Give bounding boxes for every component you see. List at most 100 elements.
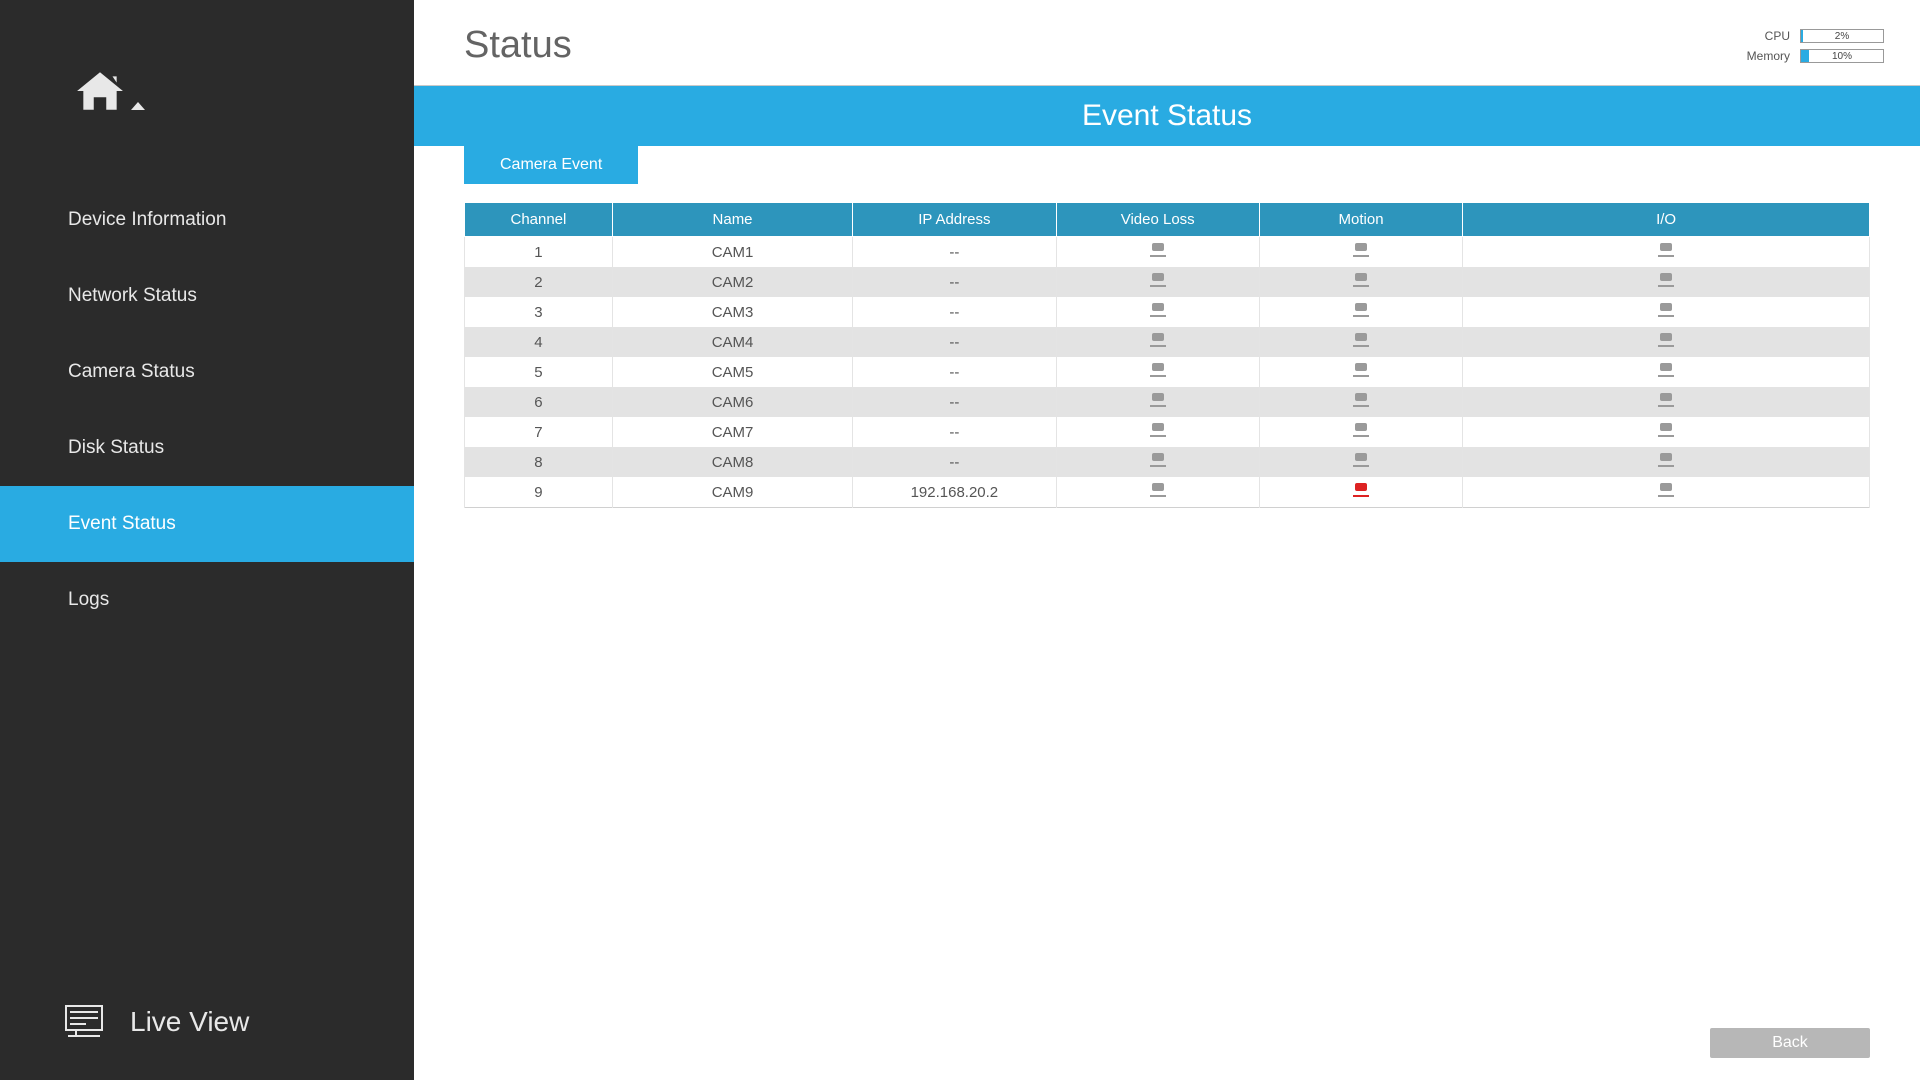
sidebar-item-event-status[interactable]: Event Status: [0, 486, 414, 562]
cell-name: CAM3: [612, 297, 852, 327]
section-banner: Event Status: [414, 86, 1920, 146]
liveview-icon: [64, 1004, 104, 1040]
camera-status-icon: [1352, 333, 1370, 347]
table-row: 6CAM6--: [465, 387, 1870, 417]
cpu-bar: 2%: [1800, 29, 1884, 43]
page-header: Status CPU 2% Memory 10%: [414, 0, 1920, 86]
camera-status-icon: [1657, 483, 1675, 497]
tab-camera-event[interactable]: Camera Event: [464, 146, 638, 184]
cell-video-loss: [1056, 267, 1259, 297]
cell-ip: --: [853, 387, 1056, 417]
cell-io: [1463, 327, 1870, 357]
cell-io: [1463, 417, 1870, 447]
cell-ip: --: [853, 357, 1056, 387]
sidebar: Device Information Network Status Camera…: [0, 0, 414, 1080]
camera-status-icon: [1352, 303, 1370, 317]
cell-ip: --: [853, 267, 1056, 297]
camera-status-icon: [1657, 303, 1675, 317]
camera-status-icon: [1657, 333, 1675, 347]
sidebar-item-disk-status[interactable]: Disk Status: [0, 410, 414, 486]
table-row: 8CAM8--: [465, 447, 1870, 477]
table-row: 7CAM7--: [465, 417, 1870, 447]
cell-channel: 9: [465, 477, 613, 508]
camera-status-icon: [1149, 303, 1167, 317]
cell-video-loss: [1056, 327, 1259, 357]
cell-channel: 4: [465, 327, 613, 357]
camera-status-icon: [1149, 273, 1167, 287]
main-content: Status CPU 2% Memory 10% Event Status Ca…: [414, 0, 1920, 1080]
cell-ip: --: [853, 327, 1056, 357]
table-row: 2CAM2--: [465, 267, 1870, 297]
cell-name: CAM7: [612, 417, 852, 447]
liveview-label: Live View: [130, 1006, 249, 1038]
cell-name: CAM2: [612, 267, 852, 297]
camera-status-icon: [1657, 393, 1675, 407]
cell-name: CAM5: [612, 357, 852, 387]
table-row: 4CAM4--: [465, 327, 1870, 357]
cell-channel: 7: [465, 417, 613, 447]
event-table: Channel Name IP Address Video Loss Motio…: [464, 202, 1870, 508]
cell-io: [1463, 477, 1870, 508]
camera-status-icon: [1149, 363, 1167, 377]
cell-motion: [1259, 387, 1462, 417]
memory-percent: 10%: [1801, 50, 1883, 62]
cpu-percent: 2%: [1801, 30, 1883, 42]
cell-motion: [1259, 267, 1462, 297]
cell-channel: 8: [465, 447, 613, 477]
cell-name: CAM9: [612, 477, 852, 508]
camera-status-icon: [1149, 453, 1167, 467]
col-name: Name: [612, 203, 852, 237]
cell-motion: [1259, 477, 1462, 508]
sidebar-item-label: Network Status: [68, 285, 197, 307]
page-title: Status: [464, 24, 572, 67]
memory-label: Memory: [1747, 49, 1790, 63]
sidebar-item-device-information[interactable]: Device Information: [0, 182, 414, 258]
sidebar-item-label: Camera Status: [68, 361, 195, 383]
cell-motion: [1259, 447, 1462, 477]
tabstrip: Camera Event: [414, 146, 1920, 184]
cell-motion: [1259, 417, 1462, 447]
cell-video-loss: [1056, 447, 1259, 477]
sidebar-item-label: Logs: [68, 589, 109, 611]
cell-motion: [1259, 237, 1462, 268]
cell-io: [1463, 357, 1870, 387]
cell-io: [1463, 387, 1870, 417]
cell-motion: [1259, 297, 1462, 327]
sidebar-item-label: Disk Status: [68, 437, 164, 459]
cell-motion: [1259, 357, 1462, 387]
sidebar-item-network-status[interactable]: Network Status: [0, 258, 414, 334]
camera-status-icon: [1657, 243, 1675, 257]
memory-stat: Memory 10%: [1747, 49, 1884, 63]
cell-ip: --: [853, 297, 1056, 327]
sidebar-item-camera-status[interactable]: Camera Status: [0, 334, 414, 410]
sidebar-liveview-button[interactable]: Live View: [0, 1004, 414, 1080]
dropdown-caret-icon: [131, 102, 145, 110]
cell-ip: --: [853, 417, 1056, 447]
back-button-label: Back: [1772, 1034, 1808, 1051]
tab-label: Camera Event: [500, 156, 602, 173]
sidebar-item-logs[interactable]: Logs: [0, 562, 414, 638]
camera-status-icon: [1657, 423, 1675, 437]
col-io: I/O: [1463, 203, 1870, 237]
col-video-loss: Video Loss: [1056, 203, 1259, 237]
memory-bar: 10%: [1800, 49, 1884, 63]
back-button[interactable]: Back: [1710, 1028, 1870, 1058]
sidebar-home-button[interactable]: [0, 0, 414, 172]
cell-io: [1463, 297, 1870, 327]
cell-video-loss: [1056, 237, 1259, 268]
cell-video-loss: [1056, 357, 1259, 387]
table-row: 1CAM1--: [465, 237, 1870, 268]
camera-status-icon: [1657, 273, 1675, 287]
event-table-wrap: Channel Name IP Address Video Loss Motio…: [414, 184, 1920, 508]
camera-status-icon: [1352, 453, 1370, 467]
cell-video-loss: [1056, 297, 1259, 327]
cell-video-loss: [1056, 387, 1259, 417]
cell-motion: [1259, 327, 1462, 357]
camera-status-icon: [1352, 243, 1370, 257]
camera-status-icon: [1657, 453, 1675, 467]
cpu-label: CPU: [1765, 29, 1790, 43]
camera-status-icon: [1352, 483, 1370, 497]
cell-name: CAM8: [612, 447, 852, 477]
cell-video-loss: [1056, 417, 1259, 447]
camera-status-icon: [1149, 393, 1167, 407]
